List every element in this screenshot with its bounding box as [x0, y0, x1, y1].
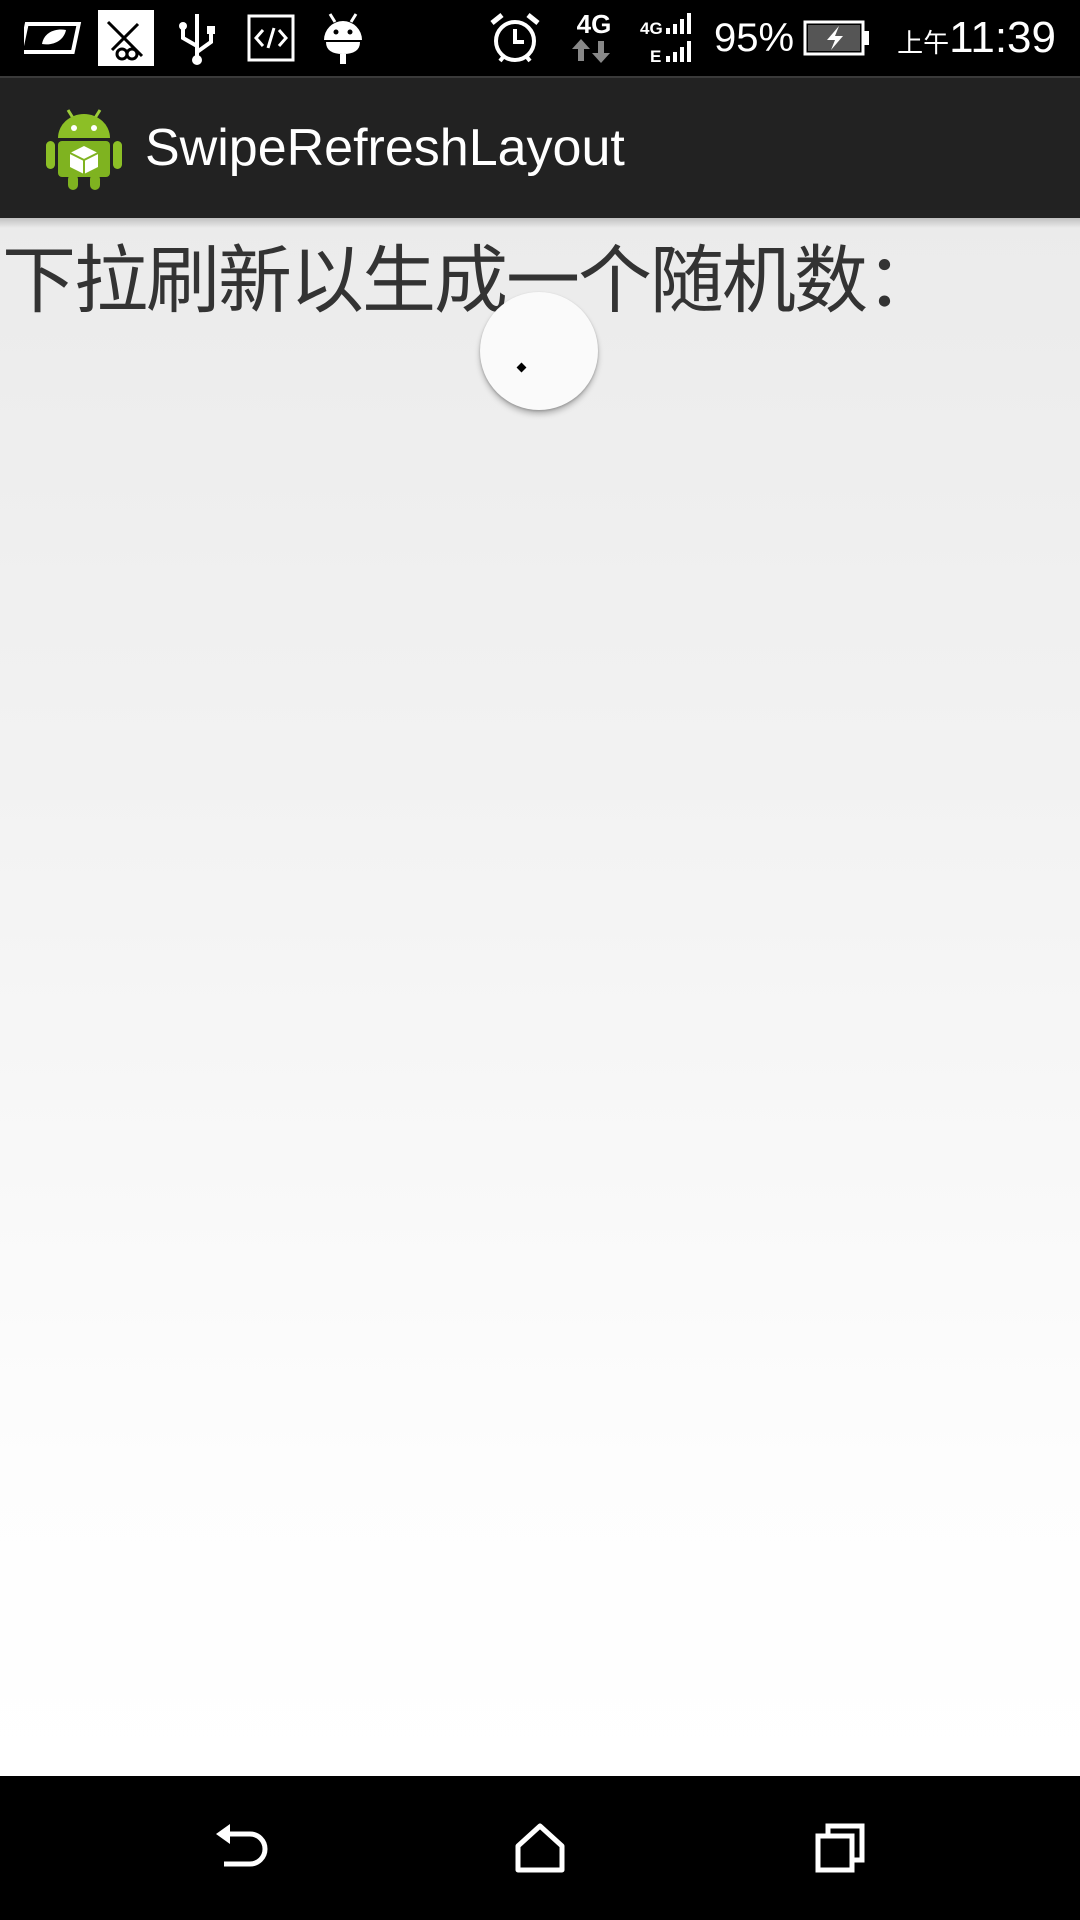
status-bar: 4G 4G E 95% 上午11:39 — [0, 0, 1080, 76]
usb-icon — [174, 10, 220, 66]
swipe-refresh-content[interactable] — [0, 218, 1080, 1776]
app-title: SwipeRefreshLayout — [145, 119, 625, 177]
android-debug-icon — [318, 10, 368, 66]
recents-button[interactable] — [800, 1808, 880, 1888]
home-button[interactable] — [500, 1808, 580, 1888]
network-4g-icon: 4G — [568, 10, 620, 66]
recents-icon — [815, 1823, 865, 1873]
alarm-clock-icon — [488, 10, 542, 66]
action-bar-shadow — [0, 218, 1080, 228]
android-app-icon[interactable] — [46, 104, 122, 192]
back-button[interactable] — [200, 1808, 280, 1888]
action-bar: SwipeRefreshLayout — [0, 76, 1080, 218]
refresh-spinner-icon — [516, 362, 527, 373]
evernote-notification-icon — [98, 10, 154, 66]
svg-text:E: E — [650, 47, 661, 66]
refresh-indicator — [480, 292, 598, 410]
battery-percent: 95% — [714, 16, 795, 60]
battery-charging-icon — [802, 10, 872, 66]
clock: 上午11:39 — [897, 10, 1056, 66]
clock-time: 11:39 — [949, 13, 1056, 62]
signal-strength-icon: 4G E — [640, 10, 700, 66]
prompt-text: 下拉刷新以生成一个随机数： — [2, 238, 940, 324]
home-icon — [515, 1823, 565, 1873]
developer-code-icon — [246, 10, 296, 66]
svg-text:4G: 4G — [640, 19, 663, 38]
navigation-bar — [0, 1776, 1080, 1920]
back-icon — [216, 1824, 268, 1867]
clock-ampm: 上午 — [897, 28, 950, 58]
leaf-battery-icon — [22, 10, 88, 66]
